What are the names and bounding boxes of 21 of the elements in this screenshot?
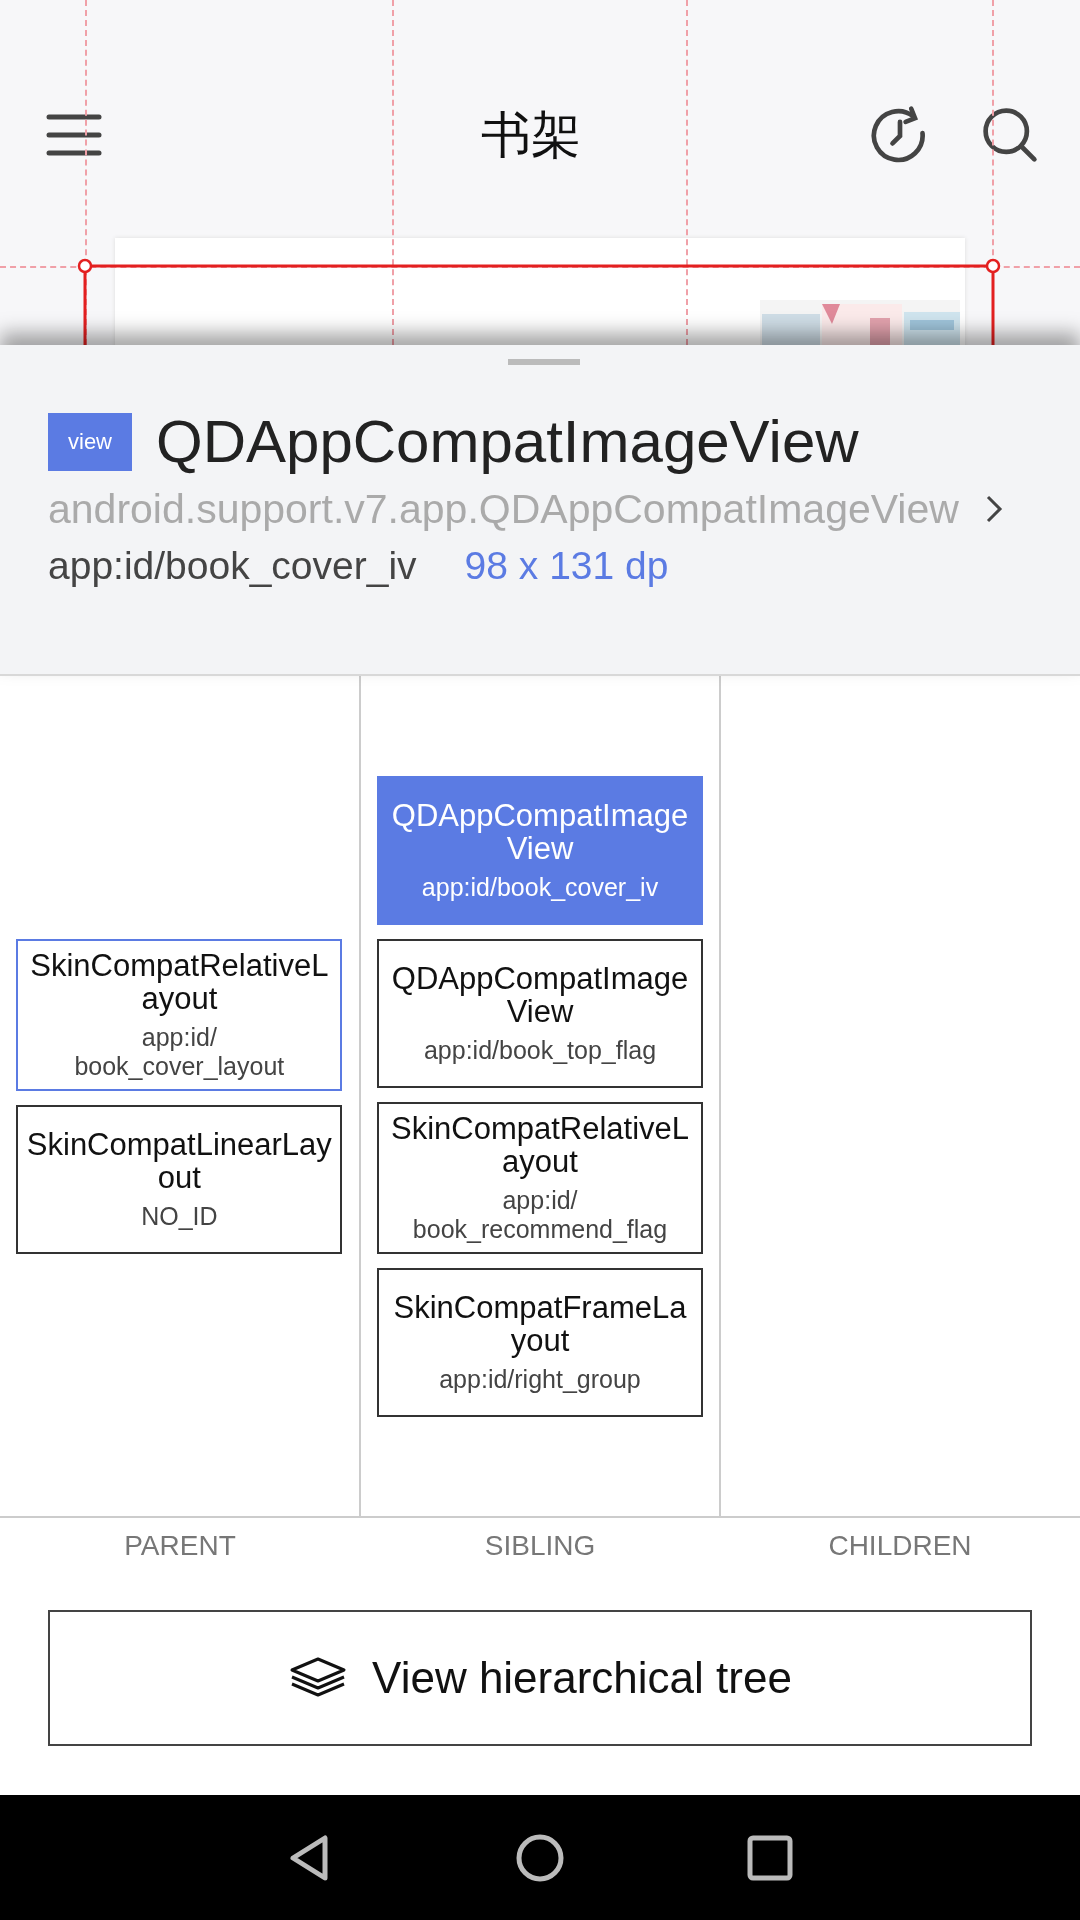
column-label: PARENT [123, 1530, 237, 1562]
view-node[interactable]: QDAppCompatImageView app:id/book_top_flag [377, 938, 703, 1088]
menu-icon[interactable] [46, 113, 102, 157]
view-node[interactable]: SkinCompatRelativeLayout app:id/ book_recommend_flag [377, 1101, 703, 1254]
chevron-right-icon[interactable] [984, 493, 1004, 525]
resource-id: app:id/book_cover_iv [48, 544, 417, 587]
search-icon[interactable] [980, 105, 1040, 165]
view-node[interactable]: SkinCompatRelativeLayout app:id/ book_cover_layout [16, 938, 343, 1091]
view-node[interactable]: QDAppCompatImageView app:id/book_cover_iv [377, 775, 703, 925]
view-badge: view [48, 412, 132, 471]
view-node[interactable]: SkinCompatLinearLayout NO_ID [16, 1104, 343, 1254]
column-label: CHILDREN [827, 1530, 973, 1562]
column-label: SIBLING [483, 1530, 597, 1562]
view-name: QDAppCompatImageView [156, 407, 859, 476]
view-tree-button[interactable]: View hierarchical tree [48, 1610, 1032, 1746]
drag-handle[interactable] [508, 359, 580, 365]
app-title: 书架 [480, 104, 582, 166]
home-icon[interactable] [515, 1832, 565, 1883]
view-size: 98 x 131 dp [464, 544, 669, 587]
view-node[interactable]: SkinCompatFrameLayout app:id/right_group [377, 1267, 703, 1417]
class-name: android.support.v7.app.QDAppCompatImageView [48, 488, 960, 530]
